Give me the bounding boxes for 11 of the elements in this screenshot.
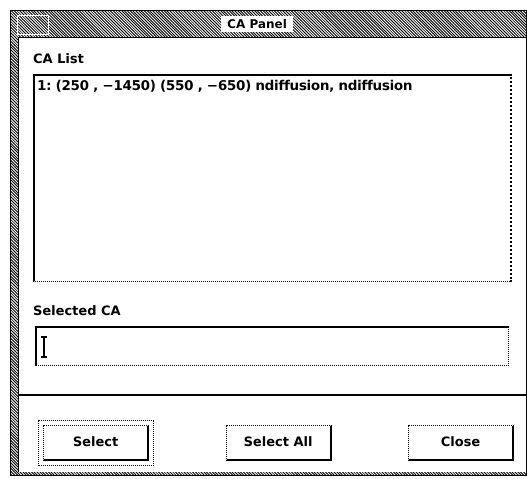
- window-title: CA Panel: [221, 16, 293, 32]
- window-menu-icon[interactable]: [17, 15, 49, 35]
- text-cursor-icon: [40, 336, 48, 358]
- ca-list[interactable]: 1: (250 , −1450) (550 , −650) ndiffusion, ndiffusion: [33, 74, 512, 282]
- field-label: Selected CA: [33, 304, 122, 321]
- dialog-button[interactable]: Select: [38, 420, 154, 466]
- dialog-button[interactable]: Close: [408, 425, 514, 461]
- list-label: CA List: [33, 52, 85, 69]
- selected-ca-field[interactable]: [35, 326, 509, 366]
- list-item[interactable]: 1: (250 , −1450) (550 , −650) ndiffusion, ndiffusion: [37, 78, 506, 94]
- dialog-button[interactable]: Select All: [226, 425, 332, 461]
